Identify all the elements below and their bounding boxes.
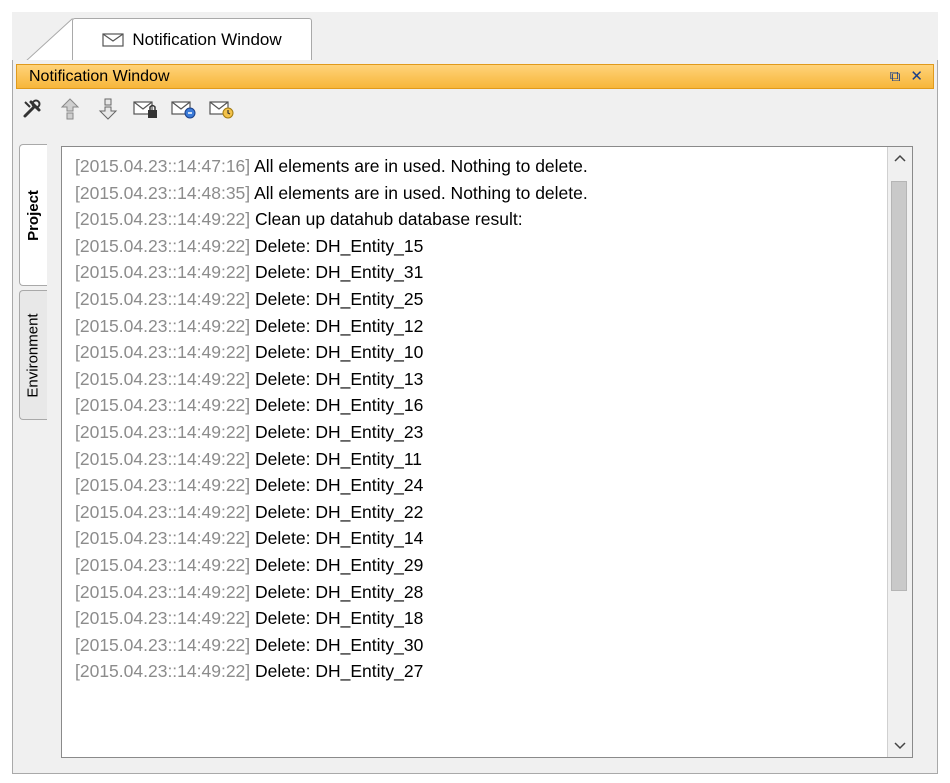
log-message: Delete: DH_Entity_14 xyxy=(255,528,424,549)
log-line: [2015.04.23::14:49:22] Delete: DH_Entity… xyxy=(75,233,588,260)
chevron-down-icon xyxy=(894,742,906,750)
log-timestamp: [2015.04.23::14:49:22] xyxy=(75,475,251,496)
log-message: Delete: DH_Entity_23 xyxy=(255,421,424,442)
log-line: [2015.04.23::14:47:16] All elements are … xyxy=(75,153,588,180)
log-line: [2015.04.23::14:49:22] Delete: DH_Entity… xyxy=(75,525,588,552)
titlebar-actions: ⧉ ✕ xyxy=(890,65,923,88)
log-timestamp: [2015.04.23::14:49:22] xyxy=(75,634,251,655)
log-line: [2015.04.23::14:49:22] Delete: DH_Entity… xyxy=(75,579,588,606)
log-timestamp: [2015.04.23::14:49:22] xyxy=(75,661,251,682)
tab-strip: Notification Window xyxy=(12,12,938,61)
log-message: Delete: DH_Entity_10 xyxy=(255,342,424,363)
tab-project-label: Project xyxy=(25,189,43,241)
previous-notification-icon[interactable] xyxy=(57,96,83,122)
log-message: Delete: DH_Entity_13 xyxy=(255,368,424,389)
next-notification-icon[interactable] xyxy=(95,96,121,122)
envelope-icon xyxy=(102,32,124,47)
log-timestamp: [2015.04.23::14:49:22] xyxy=(75,368,251,389)
toolbar xyxy=(19,94,919,124)
options-tools-icon[interactable] xyxy=(19,96,45,122)
log-timestamp: [2015.04.23::14:49:22] xyxy=(75,315,251,336)
log-line: [2015.04.23::14:49:22] Delete: DH_Entity… xyxy=(75,286,588,313)
log-line: [2015.04.23::14:49:22] Delete: DH_Entity… xyxy=(75,339,588,366)
window-title: Notification Window xyxy=(29,67,170,85)
log-message: Delete: DH_Entity_11 xyxy=(255,448,423,469)
tab-project[interactable]: Project xyxy=(19,144,47,286)
log-timestamp: [2015.04.23::14:49:22] xyxy=(75,288,251,309)
log-line: [2015.04.23::14:49:22] Delete: DH_Entity… xyxy=(75,552,588,579)
log-message: Delete: DH_Entity_24 xyxy=(255,475,424,496)
tab-environment-label: Environment xyxy=(25,312,42,398)
log-timestamp: [2015.04.23::14:49:22] xyxy=(75,209,251,230)
log-timestamp: [2015.04.23::14:48:35] xyxy=(75,182,251,203)
log-message: Clean up datahub database result: xyxy=(255,209,523,230)
log-timestamp: [2015.04.23::14:49:22] xyxy=(75,608,251,629)
log-message: All elements are in used. Nothing to del… xyxy=(254,156,588,176)
log-line: [2015.04.23::14:49:22] Delete: DH_Entity… xyxy=(75,658,588,685)
log-line: [2015.04.23::14:49:22] Clean up datahub … xyxy=(75,206,588,233)
mail-lock-icon[interactable] xyxy=(133,96,159,122)
log-message: Delete: DH_Entity_29 xyxy=(255,554,424,575)
log-message: Delete: DH_Entity_22 xyxy=(255,501,424,522)
log-timestamp: [2015.04.23::14:49:22] xyxy=(75,528,251,549)
notification-log[interactable]: [2015.04.23::14:47:16] All elements are … xyxy=(61,146,913,758)
log-line: [2015.04.23::14:49:22] Delete: DH_Entity… xyxy=(75,446,588,473)
restore-icon[interactable]: ⧉ xyxy=(890,69,901,84)
log-message: Delete: DH_Entity_30 xyxy=(255,634,424,655)
log-message: Delete: DH_Entity_27 xyxy=(255,661,424,682)
log-line: [2015.04.23::14:49:22] Delete: DH_Entity… xyxy=(75,472,588,499)
log-message: Delete: DH_Entity_25 xyxy=(255,288,424,309)
log-message: All elements are in used. Nothing to del… xyxy=(254,182,588,203)
log-timestamp: [2015.04.23::14:47:16] xyxy=(75,156,251,176)
log-timestamp: [2015.04.23::14:49:22] xyxy=(75,448,251,469)
log-line: [2015.04.23::14:49:22] Delete: DH_Entity… xyxy=(75,313,588,340)
log-line: [2015.04.23::14:49:22] Delete: DH_Entity… xyxy=(75,392,588,419)
log-lines: [2015.04.23::14:47:16] All elements are … xyxy=(75,153,588,685)
tab-label: Notification Window xyxy=(132,29,282,49)
window-titlebar: Notification Window ⧉ ✕ xyxy=(16,64,934,89)
log-line: [2015.04.23::14:48:35] All elements are … xyxy=(75,180,588,207)
log-line: [2015.04.23::14:49:22] Delete: DH_Entity… xyxy=(75,605,588,632)
mail-refresh-icon[interactable] xyxy=(171,96,197,122)
notification-window-frame: Notification Window Notification Window … xyxy=(12,12,938,774)
notification-panel: Notification Window ⧉ ✕ Project Environm… xyxy=(12,60,938,774)
mail-clock-icon[interactable] xyxy=(209,96,235,122)
log-timestamp: [2015.04.23::14:49:22] xyxy=(75,262,251,283)
chevron-up-icon xyxy=(894,154,906,162)
log-timestamp: [2015.04.23::14:49:22] xyxy=(75,395,251,416)
log-timestamp: [2015.04.23::14:49:22] xyxy=(75,421,251,442)
log-line: [2015.04.23::14:49:22] Delete: DH_Entity… xyxy=(75,366,588,393)
log-timestamp: [2015.04.23::14:49:22] xyxy=(75,342,251,363)
log-message: Delete: DH_Entity_18 xyxy=(255,608,424,629)
log-timestamp: [2015.04.23::14:49:22] xyxy=(75,501,251,522)
tab-notification-window[interactable]: Notification Window xyxy=(72,18,312,60)
log-message: Delete: DH_Entity_12 xyxy=(255,315,424,336)
log-message: Delete: DH_Entity_16 xyxy=(255,395,424,416)
scroll-up-button[interactable] xyxy=(888,147,912,169)
log-line: [2015.04.23::14:49:22] Delete: DH_Entity… xyxy=(75,259,588,286)
log-timestamp: [2015.04.23::14:49:22] xyxy=(75,235,251,256)
log-line: [2015.04.23::14:49:22] Delete: DH_Entity… xyxy=(75,499,588,526)
scrollbar-thumb[interactable] xyxy=(891,181,907,591)
scroll-down-button[interactable] xyxy=(888,735,912,757)
vertical-scrollbar[interactable] xyxy=(887,147,912,757)
log-timestamp: [2015.04.23::14:49:22] xyxy=(75,581,251,602)
log-line: [2015.04.23::14:49:22] Delete: DH_Entity… xyxy=(75,632,588,659)
close-icon[interactable]: ✕ xyxy=(910,69,923,84)
log-line: [2015.04.23::14:49:22] Delete: DH_Entity… xyxy=(75,419,588,446)
log-message: Delete: DH_Entity_31 xyxy=(255,262,424,283)
tab-environment[interactable]: Environment xyxy=(19,290,47,420)
log-message: Delete: DH_Entity_28 xyxy=(255,581,424,602)
log-message: Delete: DH_Entity_15 xyxy=(255,235,424,256)
log-timestamp: [2015.04.23::14:49:22] xyxy=(75,554,251,575)
